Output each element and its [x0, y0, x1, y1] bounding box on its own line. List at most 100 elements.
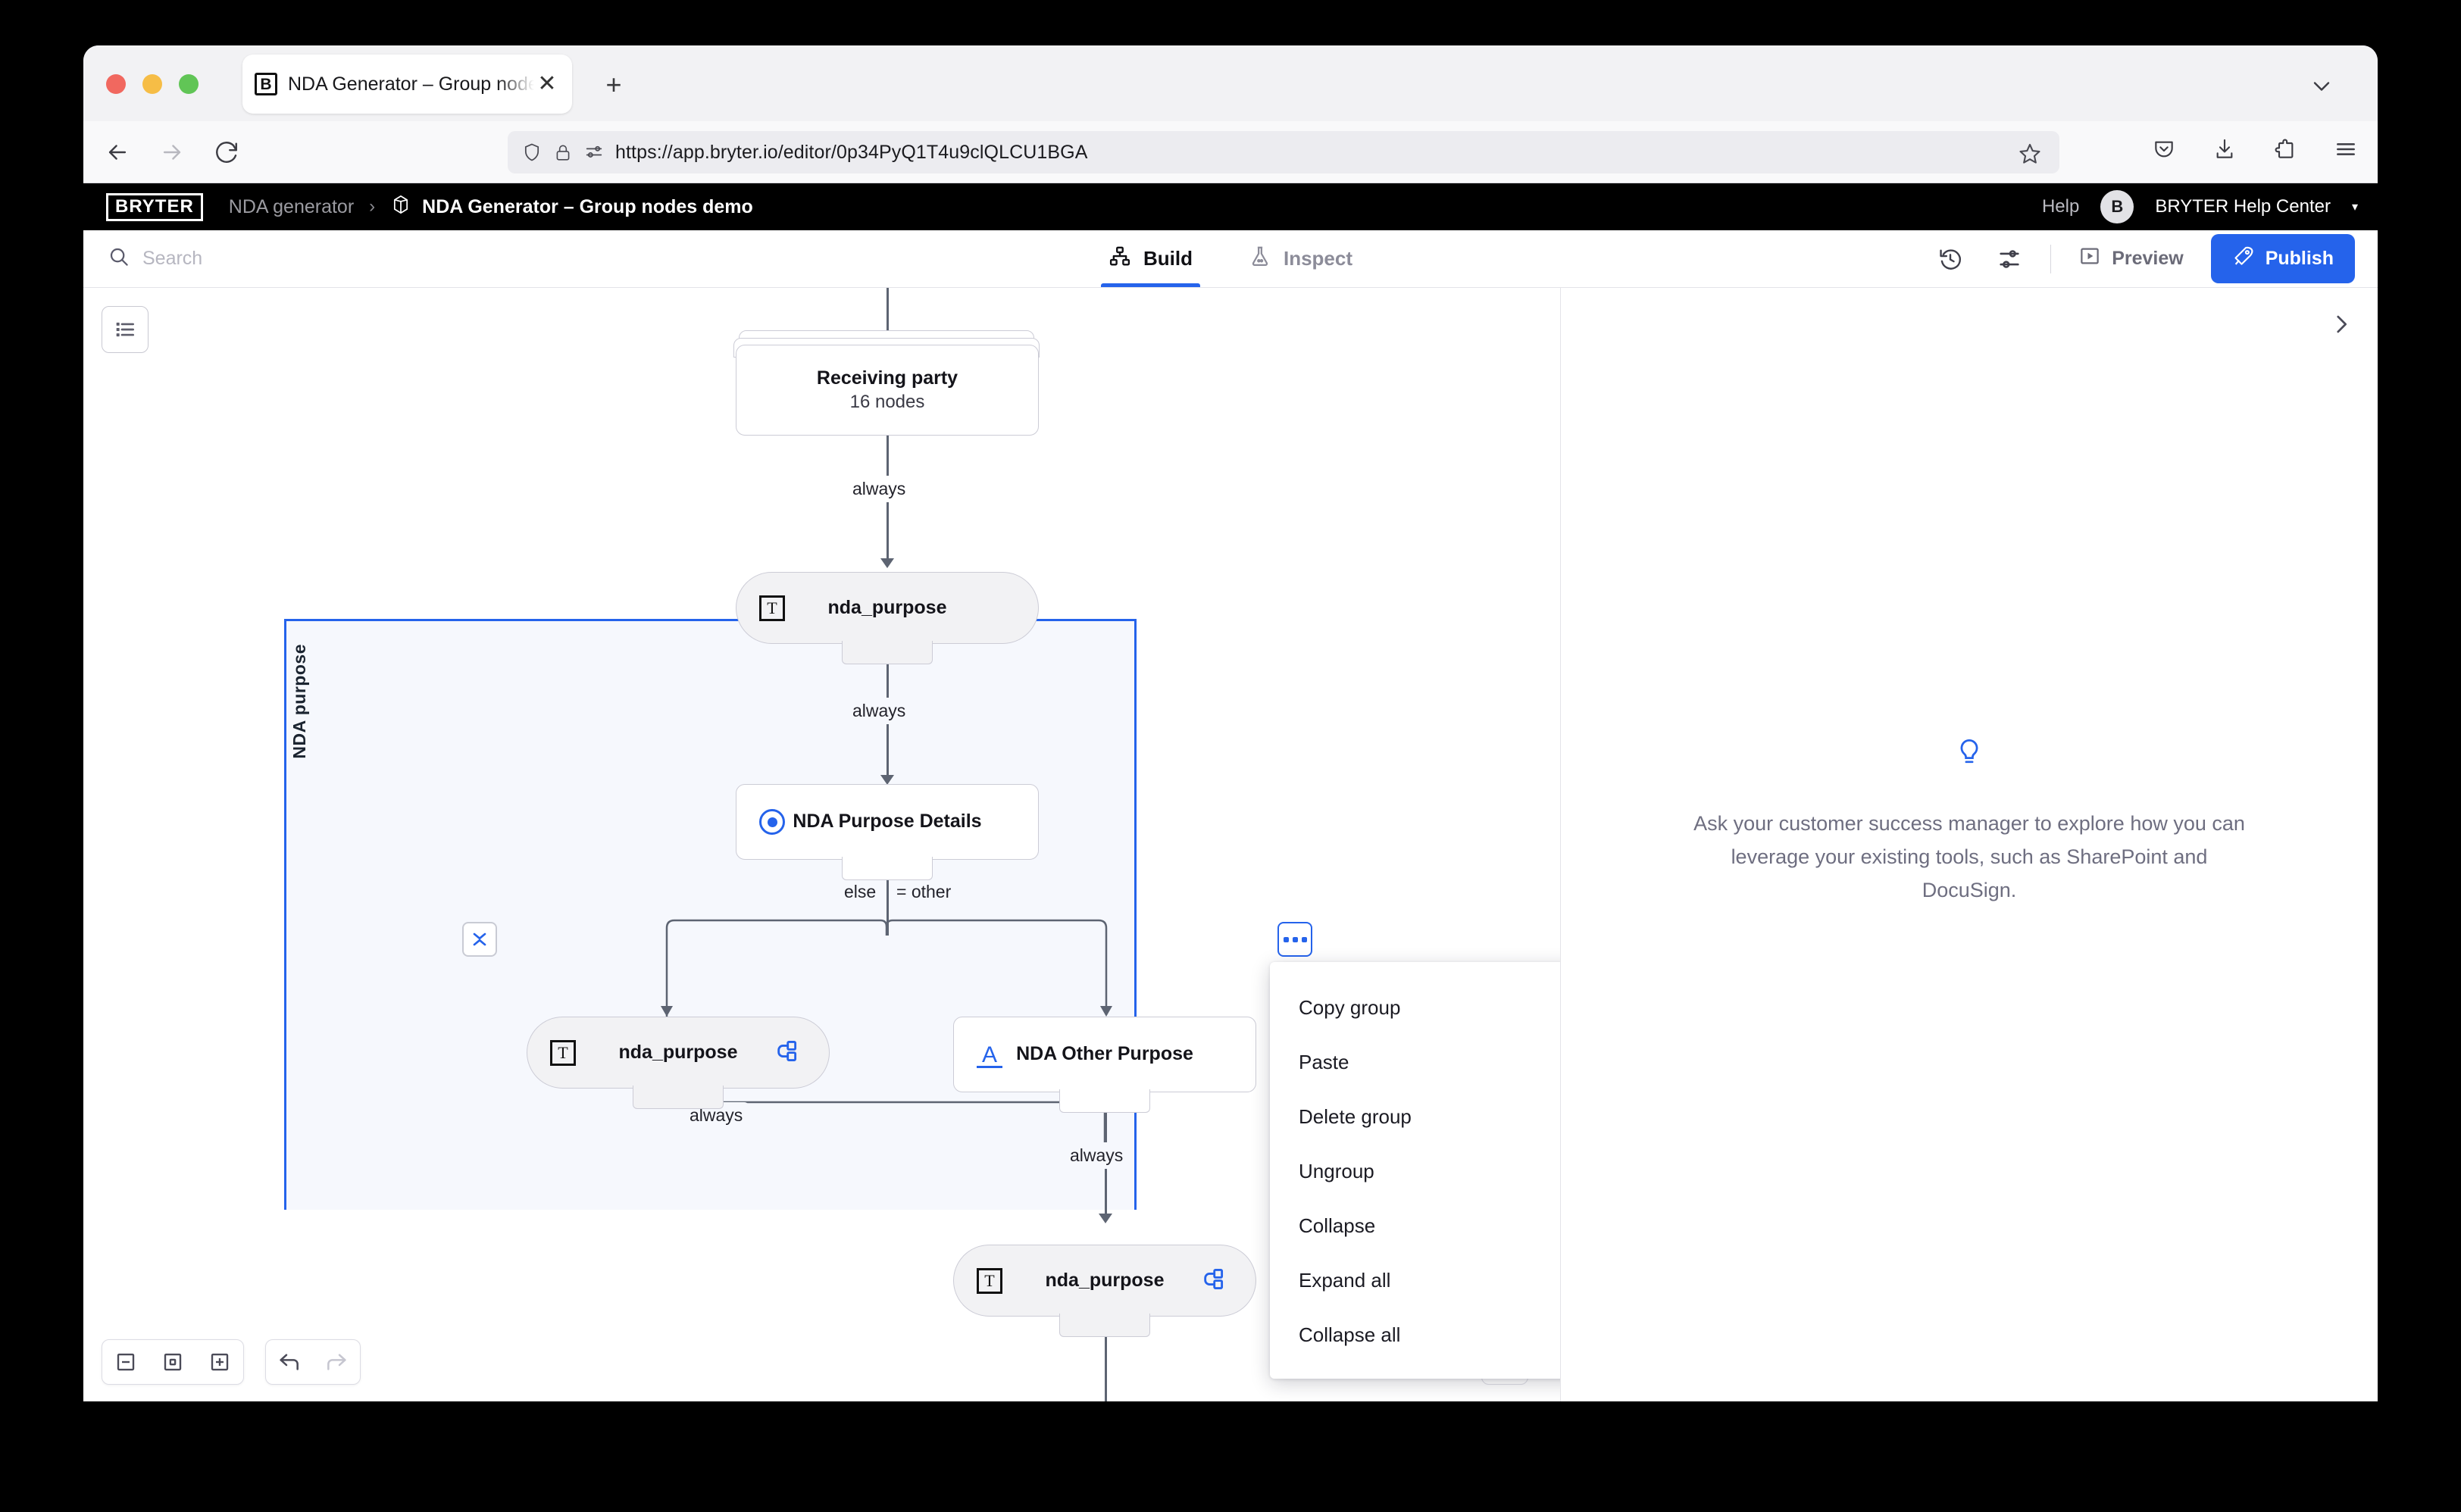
- edge-incoming-top: [887, 288, 889, 335]
- shield-icon: [521, 142, 543, 163]
- right-panel: Ask your customer success manager to exp…: [1561, 288, 2378, 1401]
- header-right-actions: Help B BRYTER Help Center ▾: [2042, 190, 2358, 223]
- fit-screen-icon[interactable]: [149, 1340, 196, 1384]
- publish-button[interactable]: Publish: [2210, 234, 2355, 283]
- forward-arrow-icon[interactable]: [152, 132, 192, 173]
- workspace: NDA purpose Receiving party 16 nodes alw…: [83, 288, 2378, 1401]
- node-nda-other-purpose[interactable]: A NDA Other Purpose: [953, 1017, 1256, 1092]
- menu-item-label: Copy group: [1299, 995, 1401, 1019]
- extensions-icon[interactable]: [2269, 133, 2302, 166]
- target-icon: [759, 809, 785, 835]
- menu-item-label: Expand all: [1299, 1268, 1391, 1292]
- help-link[interactable]: Help: [2042, 196, 2079, 217]
- plus-icon[interactable]: [196, 1340, 243, 1384]
- history-control-group: [265, 1339, 361, 1385]
- node-nda-purpose-bottom[interactable]: T nda_purpose: [953, 1245, 1256, 1317]
- menu-item-label: Collapse all: [1299, 1323, 1401, 1346]
- edge-label-always-1: always: [845, 476, 914, 502]
- list-outline-icon[interactable]: [102, 306, 149, 353]
- menu-item-label: Collapse: [1299, 1214, 1376, 1237]
- menu-item-collapse-all[interactable]: Collapse all: [1270, 1307, 1560, 1362]
- menu-item-label: Paste: [1299, 1050, 1349, 1073]
- search-input[interactable]: Search: [108, 245, 202, 272]
- node-receiving-party[interactable]: Receiving party 16 nodes: [736, 345, 1039, 436]
- arrow-head: [880, 558, 894, 568]
- lightbulb-icon: [1693, 736, 2246, 773]
- browser-tab-strip: B NDA Generator – Group nodes demo ✕ +: [83, 45, 2378, 121]
- breadcrumb: NDA generator › NDA Generator – Group no…: [229, 194, 753, 220]
- search-placeholder: Search: [142, 248, 203, 269]
- play-box-icon: [2078, 245, 2101, 273]
- window-close-button[interactable]: [106, 74, 126, 94]
- menu-item-label: Ungroup: [1299, 1159, 1374, 1182]
- node-receiving-party-title: Receiving party 16 nodes: [736, 367, 1038, 413]
- zoom-control-group: [102, 1339, 244, 1385]
- node-nda-purpose-top[interactable]: T nda_purpose: [736, 572, 1039, 644]
- preview-button[interactable]: Preview: [2074, 245, 2188, 273]
- menu-item-delete-group[interactable]: Delete group: [1270, 1089, 1560, 1144]
- avatar[interactable]: B: [2100, 190, 2134, 223]
- publish-label: Publish: [2265, 248, 2334, 269]
- close-icon[interactable]: ✕: [534, 71, 560, 97]
- rocket-icon: [2232, 245, 2255, 273]
- chevron-down-icon[interactable]: ▾: [2352, 199, 2358, 214]
- redo-icon[interactable]: [313, 1340, 360, 1384]
- node-receiving-party-subtitle: 16 nodes: [849, 391, 925, 412]
- bryter-logo[interactable]: BRYTER: [106, 192, 203, 221]
- browser-window: B NDA Generator – Group nodes demo ✕ +: [83, 45, 2378, 1401]
- hamburger-menu-icon[interactable]: [2329, 133, 2362, 166]
- text-style-icon: A: [977, 1041, 1002, 1068]
- bookmark-star-icon[interactable]: [2017, 141, 2047, 171]
- window-minimize-button[interactable]: [142, 74, 162, 94]
- reader-settings-icon[interactable]: [583, 142, 605, 163]
- menu-item-copy-group[interactable]: Copy group: [1270, 980, 1560, 1035]
- edge-label-else: else: [836, 879, 884, 905]
- canvas-zoom-controls: [102, 1339, 361, 1385]
- collapse-chevrons-icon[interactable]: [462, 922, 497, 957]
- panel-empty-text: Ask your customer success manager to exp…: [1693, 812, 2245, 901]
- more-dots-icon[interactable]: [1277, 922, 1312, 957]
- pocket-icon[interactable]: [2147, 133, 2181, 166]
- chevron-down-icon[interactable]: [2308, 73, 2335, 100]
- browser-url-toolbar: https://app.bryter.io/editor/0p34PyQ1T4u…: [83, 121, 2378, 183]
- reference-link-icon[interactable]: [1201, 1266, 1227, 1295]
- tab-build[interactable]: Build: [1100, 230, 1200, 287]
- user-menu-label[interactable]: BRYTER Help Center: [2155, 196, 2331, 217]
- app-toolbar: Search Build Inspect Preview Publish: [83, 230, 2378, 288]
- group-context-menu[interactable]: Copy group Paste ⌘V Delete group Ungroup: [1270, 962, 1560, 1379]
- url-bar[interactable]: https://app.bryter.io/editor/0p34PyQ1T4u…: [508, 131, 2059, 173]
- node-nda-purpose-details[interactable]: NDA Purpose Details: [736, 784, 1039, 860]
- undo-icon[interactable]: [266, 1340, 313, 1384]
- node-nda-purpose-left[interactable]: T nda_purpose: [527, 1017, 830, 1089]
- reload-icon[interactable]: [206, 132, 247, 173]
- menu-item-expand-all[interactable]: Expand all: [1270, 1253, 1560, 1307]
- flow-canvas[interactable]: NDA purpose Receiving party 16 nodes alw…: [83, 288, 1561, 1401]
- sliders-icon[interactable]: [1991, 241, 2028, 277]
- window-maximize-button[interactable]: [179, 74, 199, 94]
- chevron-right-icon[interactable]: [2323, 306, 2359, 342]
- toolbar-divider: [2050, 244, 2052, 273]
- text-input-icon: T: [759, 595, 785, 621]
- reference-link-icon[interactable]: [774, 1038, 800, 1067]
- browser-tab[interactable]: B NDA Generator – Group nodes demo ✕: [242, 55, 572, 114]
- menu-item-collapse[interactable]: Collapse: [1270, 1198, 1560, 1253]
- back-arrow-icon[interactable]: [97, 132, 138, 173]
- edge-label-equals-other: = other: [889, 879, 959, 905]
- breadcrumb-workspace-link[interactable]: NDA generator: [229, 196, 354, 218]
- tab-inspect[interactable]: Inspect: [1241, 230, 1360, 287]
- menu-item-paste[interactable]: Paste ⌘V: [1270, 1035, 1560, 1089]
- new-tab-button[interactable]: +: [599, 70, 629, 100]
- history-clock-icon[interactable]: [1932, 241, 1968, 277]
- tab-inspect-label: Inspect: [1283, 247, 1353, 270]
- menu-item-ungroup[interactable]: Ungroup: [1270, 1144, 1560, 1198]
- tab-build-label: Build: [1143, 247, 1193, 270]
- downloads-icon[interactable]: [2208, 133, 2241, 166]
- edge-label-always-4: always: [1062, 1142, 1131, 1169]
- minus-icon[interactable]: [102, 1340, 149, 1384]
- toolbar-actions: Preview Publish: [1932, 234, 2378, 283]
- text-input-icon: T: [550, 1039, 576, 1066]
- breadcrumb-current-label: NDA Generator – Group nodes demo: [422, 195, 753, 217]
- breadcrumb-current-item: NDA Generator – Group nodes demo: [390, 194, 753, 220]
- url-text: https://app.bryter.io/editor/0p34PyQ1T4u…: [615, 141, 1088, 163]
- breadcrumb-separator-icon: ›: [369, 196, 376, 217]
